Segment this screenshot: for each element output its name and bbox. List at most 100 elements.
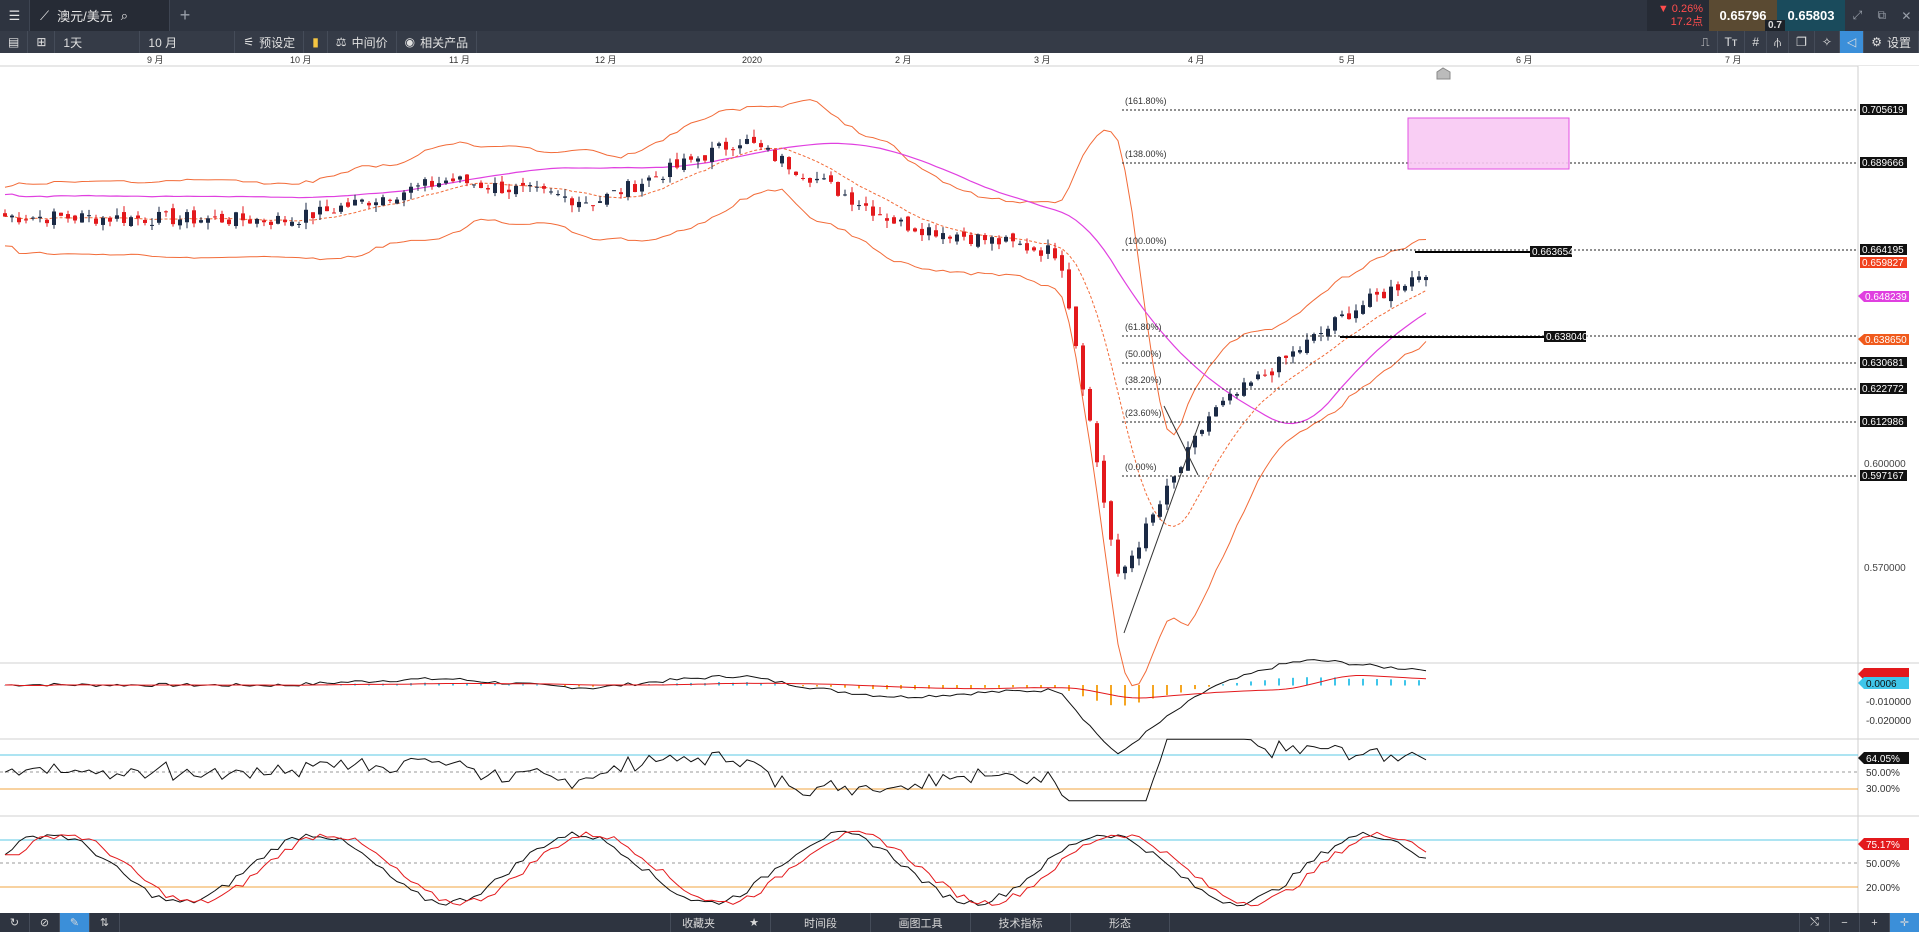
preset-button[interactable]: ⚟ 预设定	[235, 31, 305, 53]
crosshair-toggle-icon[interactable]: ✛	[1889, 913, 1919, 932]
candle-body	[1025, 243, 1029, 251]
instrument-tab[interactable]: ⟋ 澳元/美元 ⌕	[30, 0, 170, 31]
chart-svg[interactable]: 9 月 10 月 11 月 12 月 2020 2 月 3 月 4 月 5 月 …	[0, 53, 1919, 913]
candle-body	[1053, 248, 1057, 259]
candle-body	[1333, 317, 1337, 331]
related-label: 相关产品	[420, 35, 469, 50]
macd-histogram-bar	[886, 685, 888, 690]
candle-body	[710, 147, 714, 162]
candle-body	[157, 211, 161, 223]
candle-body	[304, 209, 308, 223]
tab-drawing-tools[interactable]: 画图工具	[870, 913, 970, 932]
zoom-out-icon[interactable]: −	[1829, 913, 1859, 932]
candle-body	[1158, 504, 1162, 517]
menu-icon[interactable]: ☰	[0, 0, 30, 31]
tag-icon[interactable]: ◁	[1839, 31, 1865, 53]
date-label: 11 月	[449, 55, 470, 65]
text-size-icon[interactable]: Tт	[1718, 31, 1746, 53]
fit-icon[interactable]: ⤭	[1799, 913, 1829, 932]
candle-body	[577, 201, 581, 208]
candle-body	[318, 206, 322, 215]
price-label: 0.612986	[1862, 417, 1904, 428]
popout-icon[interactable]: ⧉	[1877, 8, 1886, 23]
fib-trend-line[interactable]	[1123, 420, 1201, 634]
candle-body	[346, 202, 350, 207]
tab-indicators[interactable]: 技术指标	[970, 913, 1070, 932]
date-label: 4 月	[1188, 55, 1205, 65]
candle-body	[962, 231, 966, 237]
candle-body	[955, 234, 959, 242]
candle-body	[661, 178, 665, 180]
change-pct: ▼ 0.26%	[1657, 2, 1703, 15]
macd-histogram-bar	[1376, 679, 1378, 686]
date-label: 2 月	[895, 55, 912, 65]
candle-body	[997, 238, 1001, 245]
panel-icon[interactable]: ⎍	[1694, 31, 1718, 53]
scroll-marker-icon[interactable]	[1436, 67, 1451, 80]
candle-body	[479, 182, 483, 189]
macd-histogram-bar	[984, 685, 986, 688]
stoch-k-line	[4, 830, 1427, 907]
candle-body	[24, 219, 28, 221]
candle-body	[367, 202, 371, 206]
magnet-icon[interactable]: ⇅	[90, 913, 120, 932]
ask-price-button[interactable]: 0.7 0.65803	[1765, 0, 1845, 31]
candle-body	[528, 185, 532, 187]
macd-histogram-bar	[816, 685, 818, 687]
chart-area[interactable]: 9 月 10 月 11 月 12 月 2020 2 月 3 月 4 月 5 月 …	[0, 53, 1919, 913]
date-label: 6 月	[1516, 55, 1533, 65]
copy-icon[interactable]: ❐	[1789, 31, 1815, 53]
candle-type-button[interactable]: ▮	[304, 31, 328, 53]
rsi-panel[interactable]	[0, 738, 1858, 802]
grid-icon[interactable]: #	[1745, 31, 1768, 53]
candle-body	[878, 214, 882, 216]
tab-patterns[interactable]: 形态	[1070, 913, 1170, 932]
range-select[interactable]: 10 月	[140, 31, 236, 53]
add-tab-button[interactable]: +	[170, 5, 200, 26]
timeframe-select[interactable]: 1天	[55, 31, 141, 53]
crosshair-icon[interactable]: ✧	[1815, 31, 1840, 53]
zoom-in-icon[interactable]: +	[1859, 913, 1889, 932]
date-axis-bg	[0, 53, 1919, 66]
candle-body	[1144, 523, 1148, 549]
midprice-button[interactable]: ⚖ 中间价	[328, 31, 397, 53]
target-zone-rect[interactable]	[1407, 117, 1570, 170]
macd-histogram-bar	[1404, 680, 1406, 686]
layout-icon[interactable]: ⊞	[28, 31, 56, 53]
candle-body	[535, 186, 539, 188]
candle-body	[395, 199, 399, 204]
candle-body	[1375, 291, 1379, 295]
candle-body	[899, 219, 903, 222]
tab-favorites[interactable]: 收藏夹 ★	[670, 913, 770, 932]
star-icon[interactable]: ★	[749, 916, 759, 929]
candle-body	[360, 199, 364, 202]
candle-body	[262, 220, 266, 223]
close-icon[interactable]: ✕	[1901, 9, 1911, 23]
list-icon[interactable]: ▤	[0, 31, 29, 53]
candle-body	[598, 201, 602, 203]
related-products-button[interactable]: ◉ 相关产品	[397, 31, 478, 53]
disable-icon[interactable]: ⊘	[30, 913, 60, 932]
bollinger-upper	[4, 99, 1427, 436]
candle-body	[276, 215, 280, 224]
macd-histogram-bar	[1250, 681, 1252, 686]
candle-body	[38, 216, 42, 219]
fork-icon[interactable]: ⫛	[1767, 31, 1790, 53]
search-icon[interactable]: ⌕	[121, 8, 128, 24]
candle-body	[766, 147, 770, 150]
candle-body	[941, 233, 945, 240]
tab-timeframe[interactable]: 时间段	[770, 913, 870, 932]
date-label: 5 月	[1339, 55, 1356, 65]
pencil-icon[interactable]: ✎	[60, 913, 90, 932]
candle-body	[682, 158, 686, 170]
candle-body	[234, 212, 238, 227]
candle-body	[1032, 247, 1036, 251]
price-label: 0.630681	[1862, 358, 1904, 369]
refresh-icon[interactable]: ↻	[0, 913, 30, 932]
settings-button[interactable]: ⚙ 设置	[1864, 31, 1919, 53]
candle-body	[549, 191, 553, 193]
detach-icon[interactable]: ⤢	[1853, 8, 1863, 23]
price-label: 0.664195	[1862, 245, 1904, 256]
candle-body	[675, 159, 679, 168]
stochastic-panel[interactable]	[0, 830, 1858, 907]
